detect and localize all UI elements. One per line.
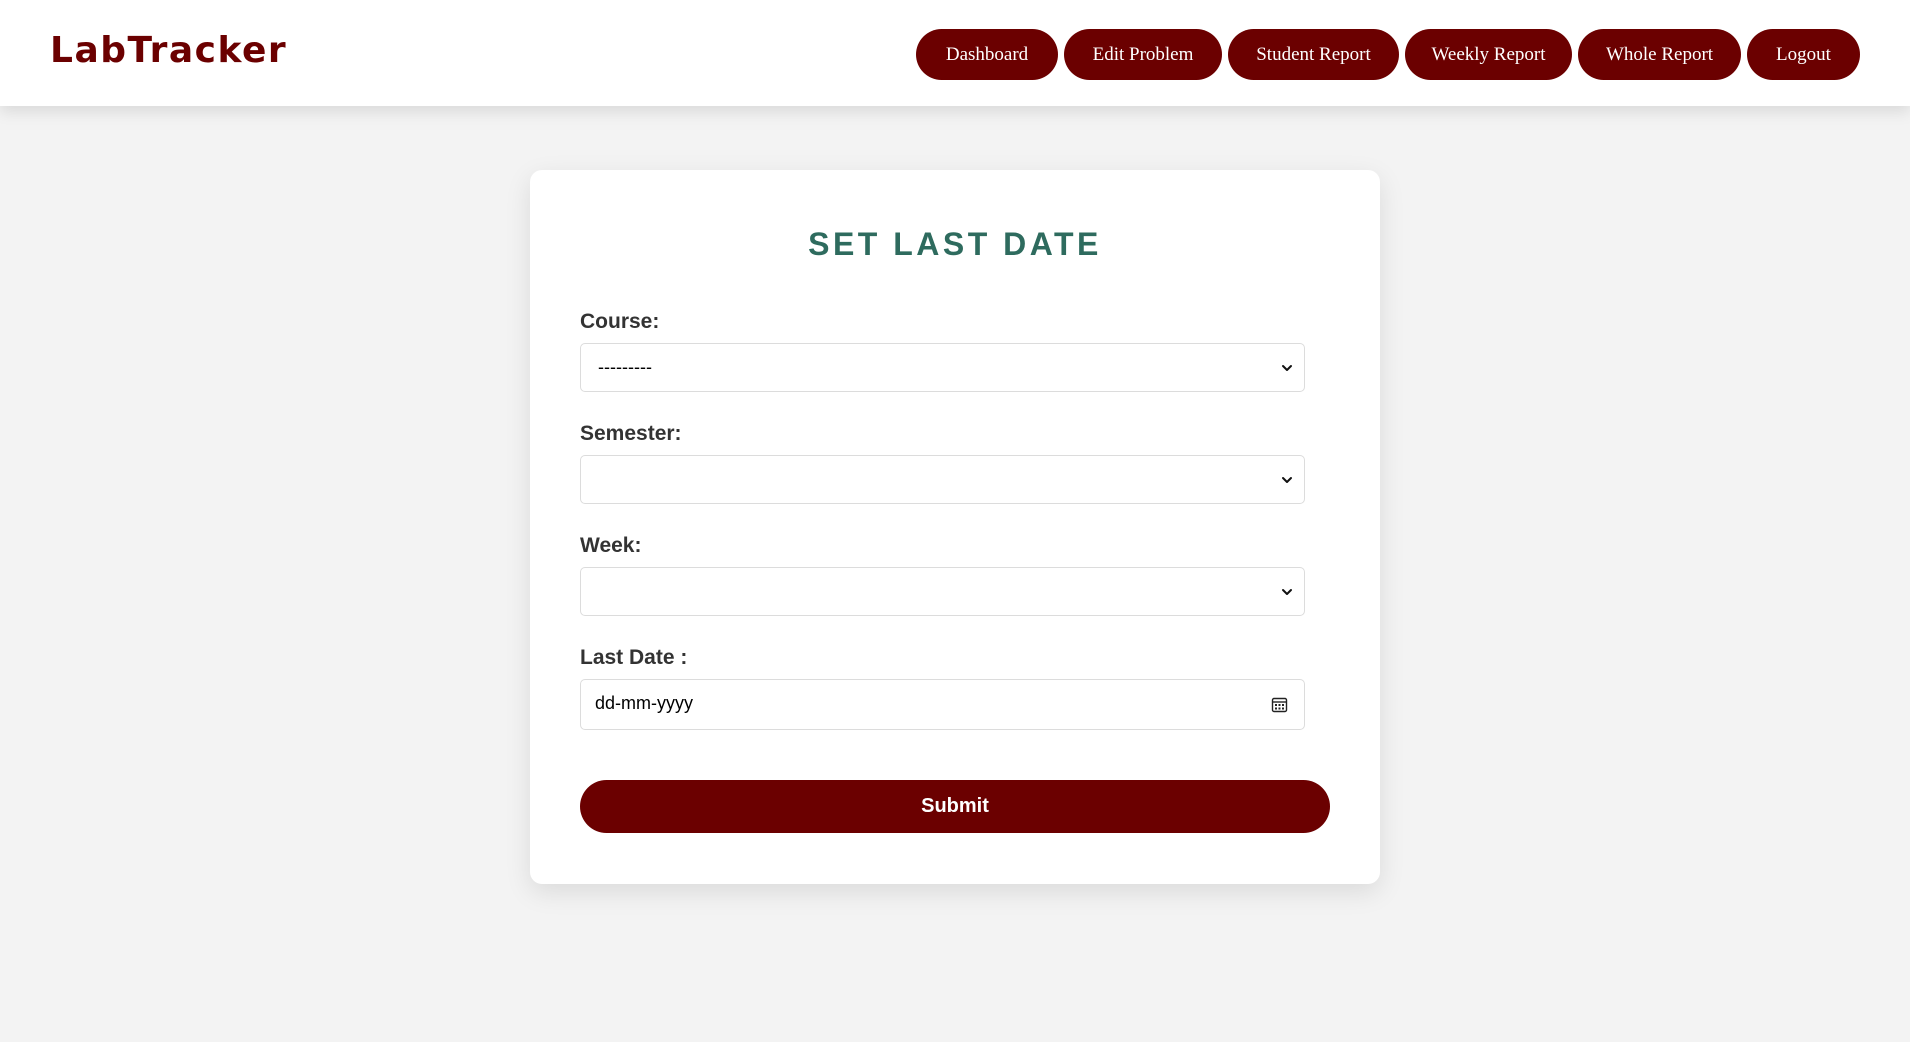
nav-dashboard-button[interactable]: Dashboard: [916, 29, 1058, 80]
last-date-input[interactable]: dd-mm-yyyy: [580, 679, 1305, 730]
nav-whole-report-button[interactable]: Whole Report: [1578, 29, 1741, 80]
nav-logout-button[interactable]: Logout: [1747, 29, 1860, 80]
nav-menu: Dashboard Edit Problem Student Report We…: [916, 29, 1860, 80]
chevron-down-icon: [1282, 589, 1292, 595]
course-label: Course:: [580, 310, 660, 333]
calendar-icon[interactable]: [1271, 696, 1288, 713]
chevron-down-icon: [1282, 365, 1292, 371]
nav-edit-problem-button[interactable]: Edit Problem: [1064, 29, 1222, 80]
last-date-label: Last Date :: [580, 646, 688, 669]
semester-select[interactable]: [580, 455, 1305, 504]
nav-student-report-button[interactable]: Student Report: [1228, 29, 1399, 80]
page-title: SET LAST DATE: [808, 226, 1102, 262]
brand-logo[interactable]: LabTracker: [50, 30, 287, 71]
last-date-placeholder: dd-mm-yyyy: [595, 693, 693, 713]
submit-button[interactable]: Submit: [580, 780, 1330, 833]
set-last-date-card: SET LAST DATE Course: --------- Semester…: [530, 170, 1380, 884]
semester-label: Semester:: [580, 422, 682, 445]
week-select[interactable]: [580, 567, 1305, 616]
week-label: Week:: [580, 534, 642, 557]
course-select[interactable]: ---------: [580, 343, 1305, 392]
top-navbar: LabTracker Dashboard Edit Problem Studen…: [0, 0, 1910, 106]
chevron-down-icon: [1282, 477, 1292, 483]
course-select-value: ---------: [598, 357, 652, 377]
nav-weekly-report-button[interactable]: Weekly Report: [1405, 29, 1572, 80]
